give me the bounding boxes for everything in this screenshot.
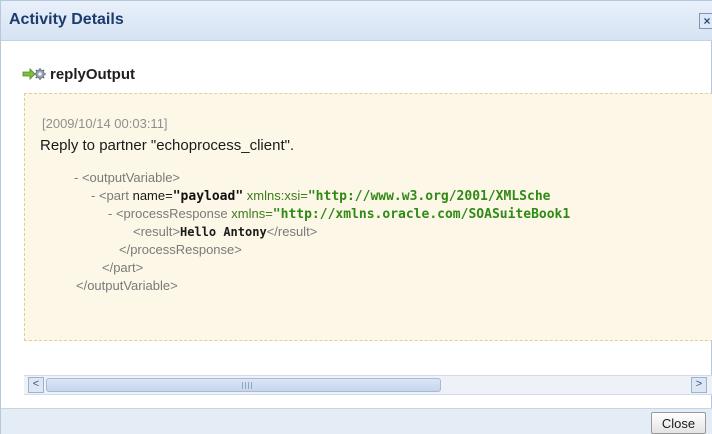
close-icon[interactable]: ×	[699, 13, 712, 29]
xml-attr-value: "payload"	[172, 189, 244, 204]
horizontal-scrollbar[interactable]: < >	[24, 375, 712, 395]
collapse-toggle[interactable]: -	[108, 206, 112, 221]
activity-details-dialog: Activity Details × replyOutput [2009/10/…	[0, 0, 712, 434]
activity-message: Reply to partner "echoprocess_client".	[40, 137, 295, 154]
xml-tag-start: <processResponse	[115, 206, 228, 221]
xml-line-process-response: - <processResponse xmlns="http://xmlns.o…	[108, 206, 570, 222]
xml-line-result: <result>Hello Antony</result>	[133, 224, 317, 239]
collapse-toggle[interactable]: -	[91, 188, 95, 203]
activity-timestamp: [2009/10/14 00:03:11]	[42, 116, 168, 131]
activity-detail-panel: [2009/10/14 00:03:11] Reply to partner "…	[24, 93, 712, 341]
collapse-toggle[interactable]: -	[74, 170, 78, 185]
arrow-gear-icon	[22, 68, 46, 80]
xml-line-process-response-close: </processResponse>	[119, 242, 242, 257]
xml-attr-name: name=	[132, 188, 173, 203]
xml-line-output-variable: - <outputVariable>	[74, 170, 180, 185]
xml-line-output-variable-close: </outputVariable>	[76, 278, 178, 293]
xml-ns-value: "http://www.w3.org/2001/XMLSche	[307, 189, 551, 204]
xml-open-tag: <result>	[133, 224, 180, 239]
xml-line-part: - <part name="payload" xmlns:xsi="http:/…	[91, 188, 550, 204]
dialog-footer: Close	[1, 408, 712, 434]
xml-close-tag: </result>	[266, 224, 318, 239]
close-button[interactable]: Close	[651, 412, 706, 434]
dialog-titlebar: Activity Details ×	[1, 1, 712, 41]
dialog-title: Activity Details	[9, 11, 124, 28]
xml-close-tag: </processResponse>	[119, 242, 242, 257]
xml-ns-attr: xmlns:xsi=	[246, 188, 308, 203]
activity-name: replyOutput	[50, 65, 135, 83]
xml-ns-value: "http://xmlns.oracle.com/SOASuiteBook1	[272, 207, 571, 222]
xml-ns-attr: xmlns=	[231, 206, 273, 221]
activity-header: replyOutput	[22, 64, 135, 84]
xml-result-text: Hello Antony	[179, 225, 267, 239]
xml-close-tag: </part>	[102, 260, 144, 275]
xml-line-part-close: </part>	[102, 260, 143, 275]
scrollbar-grip-icon	[242, 382, 252, 389]
xml-open-tag: <outputVariable>	[81, 170, 181, 185]
xml-close-tag: </outputVariable>	[76, 278, 178, 293]
xml-tag-start: <part	[98, 188, 129, 203]
scroll-right-button[interactable]: >	[691, 377, 707, 393]
scrollbar-thumb[interactable]	[46, 378, 441, 392]
scroll-left-button[interactable]: <	[28, 377, 44, 393]
